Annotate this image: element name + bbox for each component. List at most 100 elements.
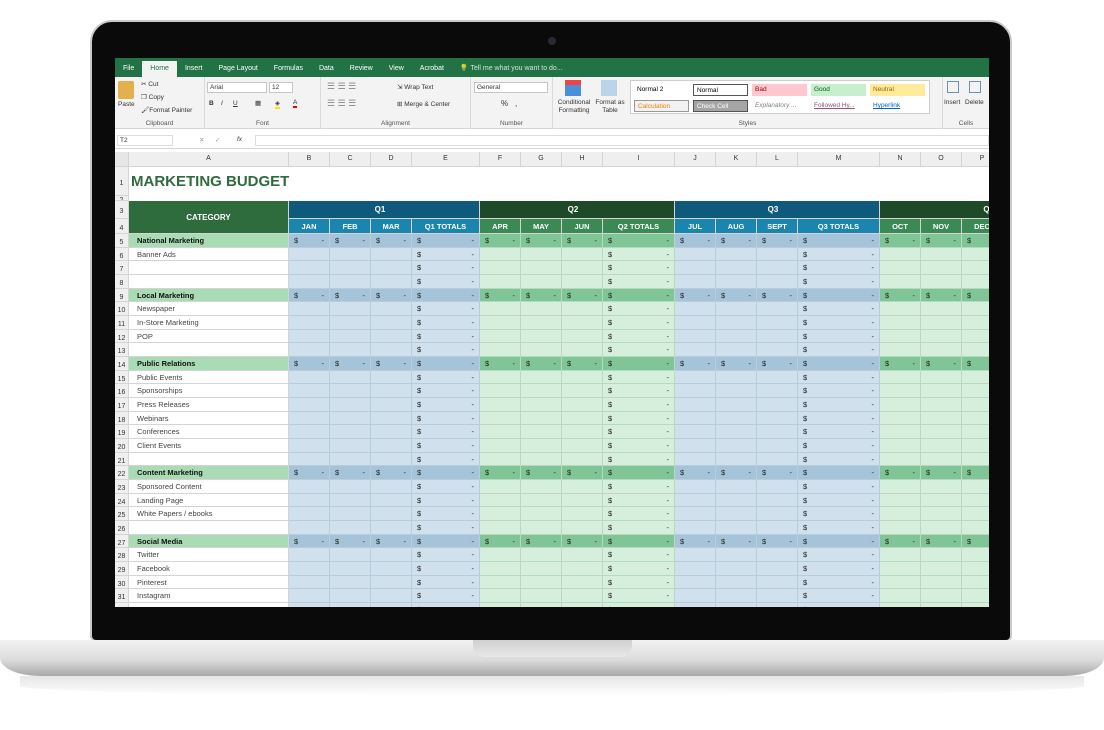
- subtotal-cell[interactable]: $-: [562, 234, 603, 248]
- row-header-29[interactable]: 29: [115, 562, 129, 576]
- budget-input-cell[interactable]: [521, 247, 562, 262]
- wrap-text-button[interactable]: ⇲ Wrap Text: [397, 83, 433, 91]
- budget-input-cell[interactable]: [289, 343, 330, 358]
- row-header-25[interactable]: 25: [115, 507, 129, 522]
- total-cell[interactable]: $-: [412, 480, 480, 494]
- budget-input-cell[interactable]: [757, 384, 798, 399]
- budget-input-cell[interactable]: [757, 425, 798, 440]
- budget-input-cell[interactable]: [562, 370, 603, 385]
- item-row-label[interactable]: Press Releases: [129, 398, 289, 412]
- budget-input-cell[interactable]: [962, 302, 989, 316]
- subtotal-cell[interactable]: $-: [675, 357, 716, 371]
- subtotal-cell[interactable]: $-: [880, 234, 921, 248]
- cell-style-followed-hy[interactable]: Followed Hy...: [811, 100, 866, 112]
- subtotal-cell[interactable]: $-: [716, 288, 757, 303]
- budget-input-cell[interactable]: [880, 452, 921, 467]
- budget-input-cell[interactable]: [962, 480, 989, 494]
- total-cell[interactable]: $-: [798, 439, 880, 453]
- subtotal-cell[interactable]: $-: [371, 234, 412, 248]
- budget-input-cell[interactable]: [480, 603, 521, 607]
- total-cell[interactable]: $-: [603, 439, 675, 453]
- total-cell[interactable]: $-: [412, 343, 480, 358]
- budget-input-cell[interactable]: [289, 603, 330, 607]
- budget-input-cell[interactable]: [480, 493, 521, 508]
- budget-input-cell[interactable]: [480, 425, 521, 440]
- column-header-M[interactable]: M: [798, 152, 880, 167]
- budget-input-cell[interactable]: [521, 589, 562, 604]
- total-cell[interactable]: $-: [412, 411, 480, 426]
- item-row-label[interactable]: Conferences: [129, 425, 289, 440]
- quarter-header-Q1[interactable]: Q1: [289, 201, 480, 219]
- row-header-23[interactable]: 23: [115, 480, 129, 494]
- subtotal-cell[interactable]: $-: [880, 288, 921, 303]
- budget-input-cell[interactable]: [962, 343, 989, 358]
- budget-input-cell[interactable]: [330, 398, 371, 412]
- budget-input-cell[interactable]: [562, 575, 603, 590]
- column-header-C[interactable]: C: [330, 152, 371, 167]
- paste-button[interactable]: Paste: [118, 101, 135, 108]
- budget-input-cell[interactable]: [921, 603, 962, 607]
- budget-input-cell[interactable]: [757, 493, 798, 508]
- budget-input-cell[interactable]: [921, 493, 962, 508]
- underline-button[interactable]: U: [233, 100, 238, 107]
- total-cell[interactable]: $-: [603, 247, 675, 262]
- budget-input-cell[interactable]: [921, 302, 962, 316]
- budget-input-cell[interactable]: [962, 439, 989, 453]
- budget-input-cell[interactable]: [330, 562, 371, 576]
- budget-input-cell[interactable]: [330, 603, 371, 607]
- total-cell[interactable]: $-: [603, 452, 675, 467]
- tab-acrobat[interactable]: Acrobat: [412, 61, 452, 77]
- subtotal-cell[interactable]: $-: [412, 288, 480, 303]
- total-cell[interactable]: $-: [603, 329, 675, 344]
- budget-input-cell[interactable]: [675, 329, 716, 344]
- subtotal-cell[interactable]: $-: [603, 534, 675, 549]
- budget-input-cell[interactable]: [330, 329, 371, 344]
- budget-input-cell[interactable]: [880, 493, 921, 508]
- quarter-header-Q2[interactable]: Q2: [480, 201, 675, 219]
- budget-input-cell[interactable]: [757, 370, 798, 385]
- budget-input-cell[interactable]: [480, 247, 521, 262]
- budget-input-cell[interactable]: [716, 548, 757, 563]
- budget-input-cell[interactable]: [921, 329, 962, 344]
- budget-input-cell[interactable]: [962, 370, 989, 385]
- total-cell[interactable]: $-: [603, 425, 675, 440]
- subtotal-cell[interactable]: $-: [330, 234, 371, 248]
- budget-input-cell[interactable]: [562, 521, 603, 535]
- row-header-22[interactable]: 22: [115, 466, 129, 481]
- budget-input-cell[interactable]: [921, 411, 962, 426]
- total-cell[interactable]: $-: [412, 548, 480, 563]
- subtotal-cell[interactable]: $-: [675, 234, 716, 248]
- budget-input-cell[interactable]: [675, 452, 716, 467]
- budget-input-cell[interactable]: [962, 507, 989, 522]
- total-cell[interactable]: $-: [412, 247, 480, 262]
- category-row-label[interactable]: Local Marketing: [129, 288, 289, 303]
- row-header-28[interactable]: 28: [115, 548, 129, 563]
- font-name-select[interactable]: Arial: [207, 82, 267, 93]
- total-cell[interactable]: $-: [412, 521, 480, 535]
- subtotal-cell[interactable]: $-: [962, 357, 989, 371]
- budget-input-cell[interactable]: [675, 507, 716, 522]
- budget-input-cell[interactable]: [371, 439, 412, 453]
- subtotal-cell[interactable]: $-: [716, 466, 757, 481]
- budget-input-cell[interactable]: [330, 507, 371, 522]
- italic-button[interactable]: I: [221, 100, 223, 107]
- budget-input-cell[interactable]: [521, 329, 562, 344]
- subtotal-cell[interactable]: $-: [962, 234, 989, 248]
- tab-page-layout[interactable]: Page Layout: [210, 61, 265, 77]
- total-cell[interactable]: $-: [603, 343, 675, 358]
- tab-view[interactable]: View: [381, 61, 412, 77]
- budget-input-cell[interactable]: [921, 452, 962, 467]
- budget-input-cell[interactable]: [962, 548, 989, 563]
- comma-button[interactable]: ,: [515, 99, 517, 108]
- budget-input-cell[interactable]: [716, 480, 757, 494]
- month-header-aug[interactable]: AUG: [716, 219, 757, 234]
- subtotal-cell[interactable]: $-: [289, 466, 330, 481]
- month-header-sept[interactable]: SEPT: [757, 219, 798, 234]
- row-header-16[interactable]: 16: [115, 384, 129, 399]
- subtotal-cell[interactable]: $-: [675, 288, 716, 303]
- font-color-icon[interactable]: A: [293, 99, 298, 108]
- item-row-label[interactable]: Pinterest: [129, 575, 289, 590]
- month-header-jun[interactable]: JUN: [562, 219, 603, 234]
- budget-input-cell[interactable]: [562, 411, 603, 426]
- budget-input-cell[interactable]: [371, 316, 412, 330]
